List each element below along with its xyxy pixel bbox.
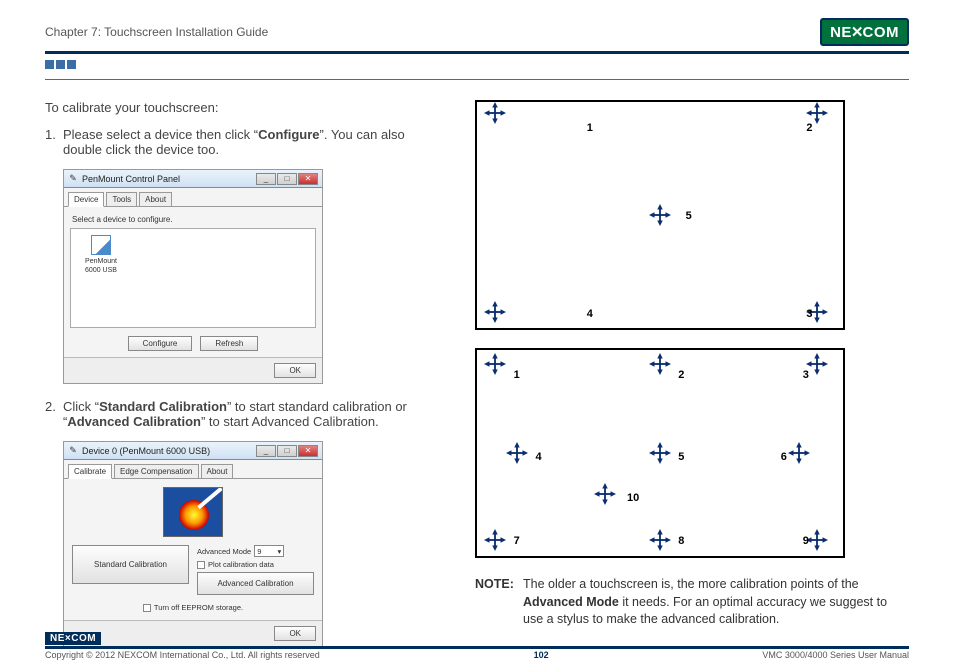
calibration-point-label: 3	[806, 308, 812, 320]
close-button[interactable]: ✕	[298, 173, 318, 185]
calibration-point-label: 2	[678, 369, 684, 381]
tab-calibrate[interactable]: Calibrate	[68, 464, 112, 479]
advanced-mode-label: Advanced Mode	[197, 547, 251, 556]
page-number: 102	[534, 650, 549, 660]
advanced-mode-select[interactable]: 9▾	[254, 545, 284, 557]
footer-logo: NE×COM	[45, 632, 101, 645]
calibration-point-label: 1	[587, 122, 593, 134]
configure-button[interactable]: Configure	[128, 336, 193, 351]
tab-tools[interactable]: Tools	[106, 192, 137, 207]
calibration-diagram-5pt: 1 2 5 4 3	[475, 100, 845, 330]
screenshot-device-calibrate: ✎ Device 0 (PenMount 6000 USB) _ □ ✕ Cal…	[63, 441, 323, 647]
decor-squares	[45, 60, 909, 69]
calibration-point-label: 5	[678, 451, 684, 463]
tab-about[interactable]: About	[139, 192, 172, 207]
tab-device[interactable]: Device	[68, 192, 104, 207]
device-item[interactable]: PenMount 6000 USB	[77, 235, 125, 275]
tab-about[interactable]: About	[201, 464, 234, 479]
plot-data-checkbox[interactable]	[197, 561, 205, 569]
calibration-point-label: 1	[514, 369, 520, 381]
calibration-point	[505, 441, 529, 465]
device-icon	[91, 235, 111, 255]
plot-data-label: Plot calibration data	[208, 560, 274, 569]
note-text: The older a touchscreen is, the more cal…	[523, 576, 909, 629]
calibration-point-label: 5	[686, 210, 692, 222]
calibration-point	[648, 352, 672, 376]
window-title: Device 0 (PenMount 6000 USB)	[82, 446, 210, 456]
copyright-text: Copyright © 2012 NEXCOM International Co…	[45, 650, 320, 660]
calibration-target-image	[163, 487, 223, 537]
refresh-button[interactable]: Refresh	[200, 336, 258, 351]
calibration-point-label: 3	[803, 369, 809, 381]
calibration-point-label: 8	[678, 535, 684, 547]
calibration-point-label: 10	[627, 492, 639, 504]
note-label: NOTE:	[475, 576, 523, 629]
brand-logo: NE✕COM	[820, 18, 909, 46]
step-number: 2.	[45, 399, 63, 429]
chapter-title: Chapter 7: Touchscreen Installation Guid…	[45, 25, 268, 39]
close-button[interactable]: ✕	[298, 445, 318, 457]
calibration-point	[805, 352, 829, 376]
app-icon: ✎	[68, 174, 78, 184]
calibration-point	[787, 441, 811, 465]
document-title: VMC 3000/4000 Series User Manual	[762, 650, 909, 660]
prompt-text: Select a device to configure.	[72, 215, 316, 224]
calibration-point-label: 9	[803, 535, 809, 547]
calibration-point-label: 7	[514, 535, 520, 547]
divider	[45, 646, 909, 649]
tab-edge[interactable]: Edge Compensation	[114, 464, 199, 479]
window-title: PenMount Control Panel	[82, 174, 180, 184]
calibration-point	[648, 441, 672, 465]
step-text: Click “Standard Calibration” to start st…	[63, 399, 445, 429]
divider	[45, 51, 909, 54]
eeprom-checkbox[interactable]	[143, 604, 151, 612]
standard-calibration-button[interactable]: Standard Calibration	[72, 545, 189, 584]
maximize-button[interactable]: □	[277, 445, 297, 457]
app-icon: ✎	[68, 446, 78, 456]
minimize-button[interactable]: _	[256, 445, 276, 457]
calibration-point	[648, 203, 672, 227]
calibration-diagram-10pt: 1 2 3 4 5 6 10 7 8 9	[475, 348, 845, 558]
screenshot-control-panel: ✎ PenMount Control Panel _ □ ✕ Device To…	[63, 169, 323, 384]
step-text: Please select a device then click “Confi…	[63, 127, 445, 157]
calibration-point	[648, 528, 672, 552]
eeprom-label: Turn off EEPROM storage.	[154, 603, 243, 612]
calibration-point	[483, 528, 507, 552]
calibration-point	[483, 101, 507, 125]
chevron-down-icon: ▾	[277, 547, 281, 556]
calibration-point-label: 4	[587, 308, 593, 320]
calibration-point	[483, 300, 507, 324]
calibration-point-label: 6	[781, 451, 787, 463]
device-label: PenMount	[77, 257, 125, 266]
calibration-point	[483, 352, 507, 376]
step-number: 1.	[45, 127, 63, 157]
advanced-calibration-button[interactable]: Advanced Calibration	[197, 572, 314, 595]
ok-button[interactable]: OK	[274, 363, 316, 378]
intro-text: To calibrate your touchscreen:	[45, 100, 445, 115]
calibration-point	[593, 482, 617, 506]
divider	[45, 79, 909, 80]
minimize-button[interactable]: _	[256, 173, 276, 185]
calibration-point-label: 4	[536, 451, 542, 463]
maximize-button[interactable]: □	[277, 173, 297, 185]
calibration-point-label: 2	[806, 122, 812, 134]
calibration-point	[805, 528, 829, 552]
device-label: 6000 USB	[77, 266, 125, 275]
